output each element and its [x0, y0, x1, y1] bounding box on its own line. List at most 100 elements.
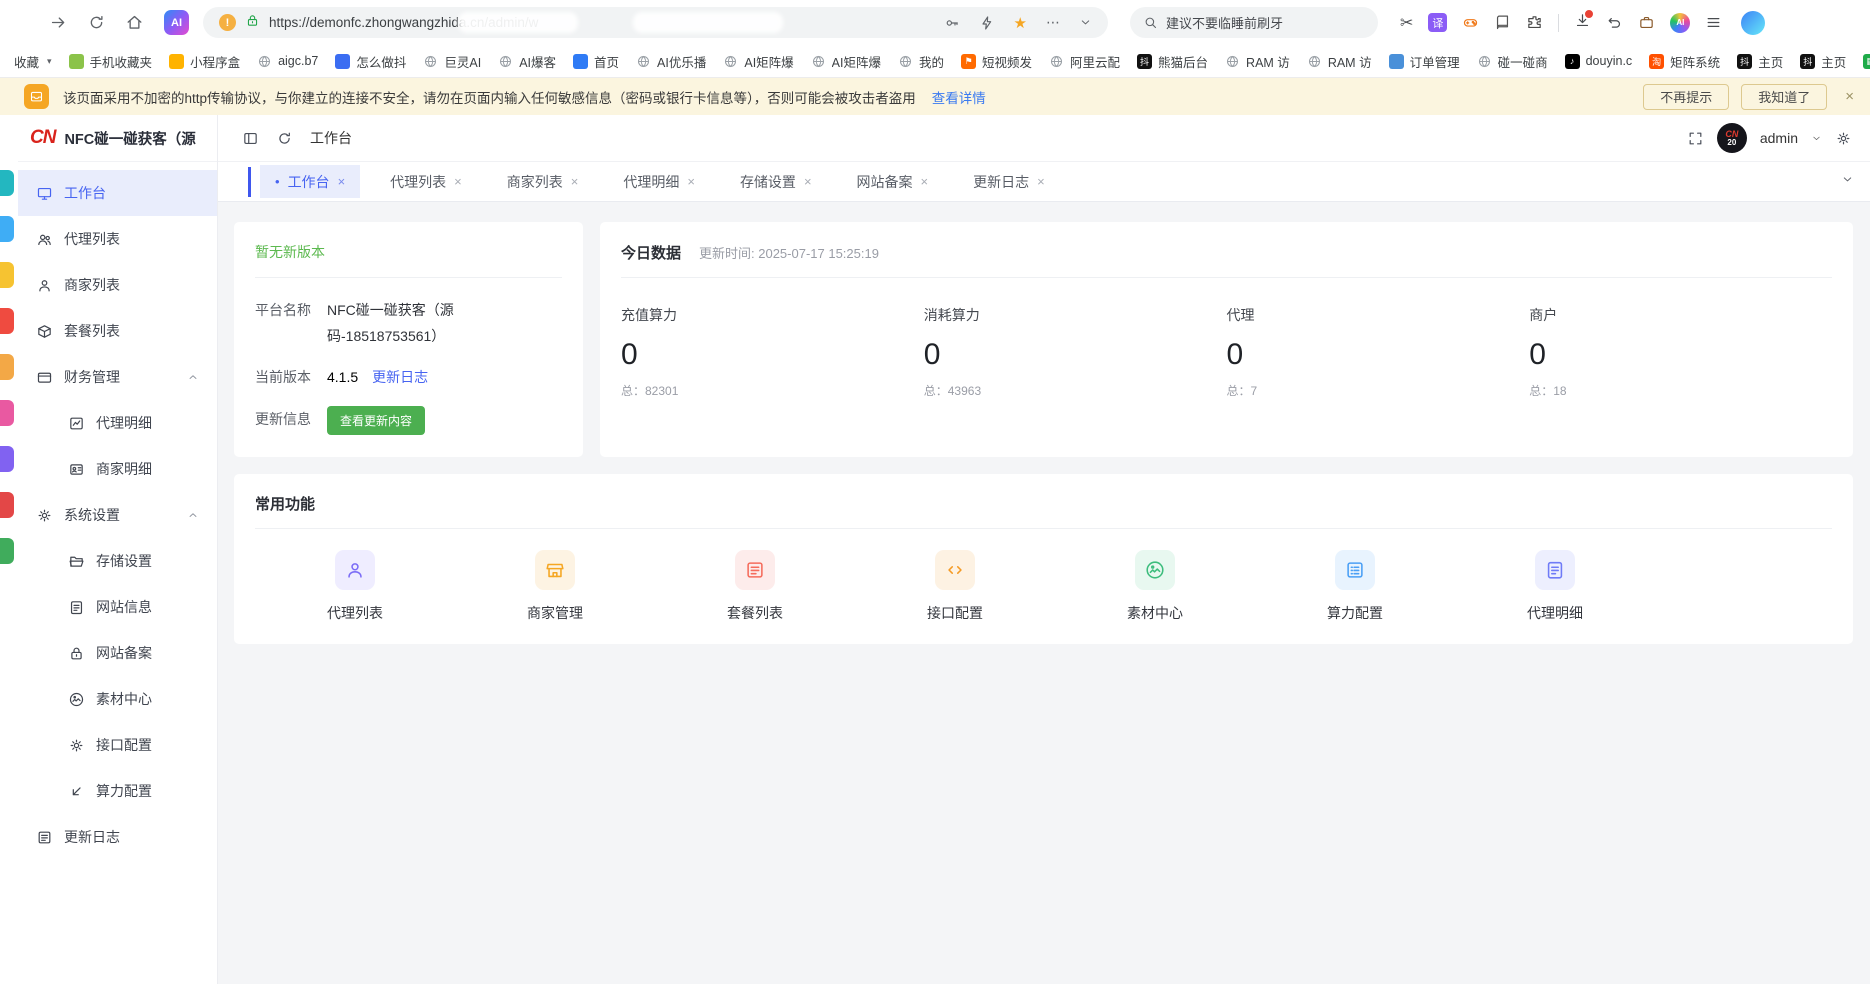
bookmark-item[interactable]: 抖 主页 — [1737, 52, 1783, 71]
tab-close-icon[interactable]: × — [687, 174, 695, 189]
chevron-up-icon[interactable] — [187, 509, 199, 521]
page-tab[interactable]: 商家列表 × — [492, 165, 594, 198]
bookmark-item[interactable]: 阿里云配 — [1049, 52, 1120, 71]
forward-button[interactable] — [42, 7, 74, 39]
bookmark-item[interactable]: 手机收藏夹 — [69, 52, 153, 71]
page-tab[interactable]: 代理明细 × — [608, 165, 710, 198]
browser-profile-avatar[interactable] — [1741, 11, 1765, 35]
view-update-button[interactable]: 查看更新内容 — [327, 406, 425, 435]
sidebar-item[interactable]: 商家列表 — [18, 262, 217, 308]
downloads-icon[interactable] — [1574, 12, 1591, 34]
sidebar-item[interactable]: 存储设置 — [18, 538, 217, 584]
dock-app-icon[interactable] — [0, 216, 14, 242]
bookmark-item[interactable]: 小程序盒 — [169, 52, 240, 71]
bookmark-item[interactable]: ⚑ 短视频发 — [961, 52, 1032, 71]
address-bar[interactable]: ! https://demonfc.zhongwangzhida.cn/admi… — [203, 7, 1108, 38]
sidebar-item[interactable]: 财务管理 — [18, 354, 217, 400]
tab-overflow-chevron-icon[interactable] — [1841, 173, 1854, 191]
dont-remind-button[interactable]: 不再提示 — [1643, 84, 1729, 110]
quick-function-item[interactable]: 商家管理 — [455, 550, 655, 623]
settings-gear-icon[interactable] — [1835, 130, 1852, 147]
more-tools-icon[interactable]: ⋯ — [1046, 14, 1060, 31]
dock-app-icon[interactable] — [0, 492, 14, 518]
chevron-up-icon[interactable] — [187, 371, 199, 383]
bookmark-item[interactable]: AI优乐播 — [636, 52, 706, 71]
dock-app-icon[interactable] — [0, 400, 14, 426]
sidebar-item[interactable]: 工作台 — [18, 170, 217, 216]
dock-app-icon[interactable] — [0, 354, 14, 380]
bookmark-item[interactable]: 首页 — [573, 52, 619, 71]
quick-function-item[interactable]: 素材中心 — [1055, 550, 1255, 623]
bookmark-item[interactable]: 巨灵AI — [423, 52, 481, 71]
dock-app-icon[interactable] — [0, 538, 14, 564]
changelog-link[interactable]: 更新日志 — [372, 365, 428, 391]
sidebar-item[interactable]: 网站备案 — [18, 630, 217, 676]
bookmark-item[interactable]: RAM 访 — [1225, 52, 1290, 71]
bookmark-item[interactable]: AI矩阵爆 — [811, 52, 881, 71]
bookmark-star-icon[interactable]: ★ — [1014, 14, 1027, 32]
briefcase-icon[interactable] — [1638, 14, 1655, 31]
fullscreen-icon[interactable] — [1687, 130, 1704, 147]
sidebar-item[interactable]: 代理明细 — [18, 400, 217, 446]
sidebar-item[interactable]: 系统设置 — [18, 492, 217, 538]
banner-details-link[interactable]: 查看详情 — [932, 87, 986, 107]
sidebar-item[interactable]: 接口配置 — [18, 722, 217, 768]
bookmark-item[interactable]: 抖 熊猫后台 — [1137, 52, 1208, 71]
quick-function-item[interactable]: 代理明细 — [1455, 550, 1655, 623]
home-button[interactable] — [118, 7, 150, 39]
quick-function-item[interactable]: 代理列表 — [255, 550, 455, 623]
sidebar-item[interactable]: 商家明细 — [18, 446, 217, 492]
reload-button[interactable] — [80, 7, 112, 39]
search-box[interactable]: 建议不要临睡前刷牙 — [1130, 7, 1378, 38]
dock-app-icon[interactable] — [0, 308, 14, 334]
sidebar-item[interactable]: 素材中心 — [18, 676, 217, 722]
page-tab[interactable]: 网站备案 × — [842, 165, 944, 198]
flash-icon[interactable] — [979, 15, 995, 31]
bookmark-item[interactable]: aigc.b7 — [257, 54, 318, 69]
tab-close-icon[interactable]: × — [804, 174, 812, 189]
bookmark-item[interactable]: 收藏 ▾ — [14, 52, 52, 71]
ai-assistant-icon[interactable]: AI — [164, 10, 189, 35]
page-tab[interactable]: • 工作台 × — [260, 165, 360, 198]
sidebar-item[interactable]: 网站信息 — [18, 584, 217, 630]
username[interactable]: admin — [1760, 130, 1798, 146]
lock-icon[interactable] — [245, 13, 260, 33]
bookmark-item[interactable]: ▦ cli.im/im — [1863, 54, 1870, 69]
bookmark-item[interactable]: AI矩阵爆 — [723, 52, 793, 71]
bookmark-item[interactable]: 淘 矩阵系统 — [1649, 52, 1720, 71]
bookmark-item[interactable]: 我的 — [898, 52, 944, 71]
banner-close-icon[interactable]: × — [1845, 88, 1854, 105]
bookmark-item[interactable]: RAM 访 — [1307, 52, 1372, 71]
tab-close-icon[interactable]: × — [571, 174, 579, 189]
bookmark-item[interactable]: AI爆客 — [498, 52, 556, 71]
bookmark-item[interactable]: ♪ douyin.c — [1565, 54, 1633, 69]
bookmark-item[interactable]: 碰一碰商 — [1477, 52, 1548, 71]
dock-app-icon[interactable] — [0, 446, 14, 472]
user-menu-chevron-icon[interactable] — [1811, 133, 1822, 144]
ai-circle-icon[interactable]: AI — [1670, 13, 1690, 33]
quick-function-item[interactable]: 算力配置 — [1255, 550, 1455, 623]
dock-app-icon[interactable] — [0, 170, 14, 196]
page-tab[interactable]: 存储设置 × — [725, 165, 827, 198]
refresh-page-icon[interactable] — [276, 130, 293, 147]
bookmark-item[interactable]: 抖 主页 — [1800, 52, 1846, 71]
sidebar-item[interactable]: 代理列表 — [18, 216, 217, 262]
got-it-button[interactable]: 我知道了 — [1741, 84, 1827, 110]
bookmark-item[interactable]: 怎么做抖 — [335, 52, 406, 71]
dock-app-icon[interactable] — [0, 262, 14, 288]
tab-close-icon[interactable]: × — [921, 174, 929, 189]
sidebar-item[interactable]: 更新日志 — [18, 814, 217, 860]
search-suggestion-text[interactable]: 建议不要临睡前刷牙 — [1166, 13, 1283, 32]
bookmark-item[interactable]: 订单管理 — [1389, 52, 1460, 71]
game-center-icon[interactable] — [1462, 14, 1479, 31]
page-tab[interactable]: 代理列表 × — [375, 165, 477, 198]
translate-icon[interactable]: 译 — [1428, 13, 1447, 32]
extensions-icon[interactable] — [1526, 14, 1543, 31]
sidebar-item[interactable]: 套餐列表 — [18, 308, 217, 354]
reading-mode-icon[interactable] — [1494, 14, 1511, 31]
browser-menu-icon[interactable] — [1705, 14, 1722, 31]
screenshot-scissors-icon[interactable]: ✂ — [1400, 13, 1413, 33]
tab-close-icon[interactable]: × — [454, 174, 462, 189]
quick-function-item[interactable]: 接口配置 — [855, 550, 1055, 623]
tab-close-icon[interactable]: × — [338, 174, 346, 189]
